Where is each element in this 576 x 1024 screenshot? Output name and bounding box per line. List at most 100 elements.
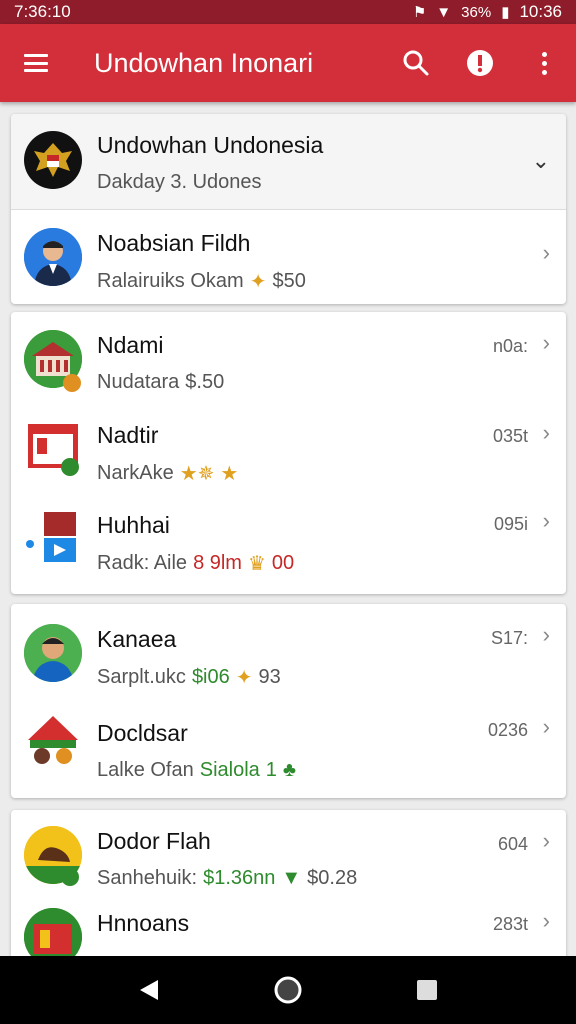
item-meta: 0236 bbox=[487, 720, 528, 740]
profile-amount: $50 bbox=[272, 270, 306, 292]
item-value-2: 93 bbox=[258, 666, 281, 688]
item-meta: 283t bbox=[492, 914, 528, 934]
market-icon bbox=[28, 716, 78, 764]
account-subtitle: Dakday 3. Udones bbox=[97, 171, 262, 193]
menu-button[interactable] bbox=[0, 24, 72, 102]
home-button[interactable] bbox=[258, 960, 318, 1020]
account-header[interactable]: Undowhan Undonesia Dakday 3. Udones ⌄ bbox=[11, 114, 566, 210]
badge-icon bbox=[63, 374, 81, 392]
item-subtitle: Sarplt.ukc $i06 ✦ 93 bbox=[97, 666, 281, 689]
battery-icon: ▮ bbox=[501, 4, 510, 21]
person-avatar-icon bbox=[24, 228, 82, 286]
item-meta: n0a: bbox=[492, 336, 528, 356]
transactions-card-1: Ndami Nudatara $.50 n0a: › Nadtir NarkAk… bbox=[11, 312, 566, 594]
account-header-text: Undowhan Undonesia Dakday 3. Udones bbox=[97, 132, 496, 194]
item-title: Hnnoans bbox=[97, 910, 190, 936]
item-title: Dodor Flah bbox=[97, 828, 211, 854]
battery-label: 36% bbox=[461, 3, 492, 21]
content-list: Undowhan Undonesia Dakday 3. Udones ⌄ No… bbox=[0, 102, 576, 956]
list-item-text: Ndami Nudatara $.50 bbox=[97, 332, 496, 394]
profile-text: Noabsian Fildh Ralairuiks Okam ✦ $50 bbox=[97, 230, 496, 294]
chevron-down-icon[interactable]: ⌄ bbox=[532, 148, 550, 174]
list-item[interactable]: Hnnoans 283t › bbox=[11, 902, 566, 956]
media-icon bbox=[26, 512, 76, 562]
item-title: Kanaea bbox=[97, 626, 177, 652]
chevron-right-icon[interactable]: › bbox=[543, 622, 550, 648]
item-meta: 604 bbox=[497, 834, 528, 854]
list-item-text: Hnnoans bbox=[97, 910, 496, 937]
star-icon: ★✵ bbox=[179, 463, 215, 485]
chevron-right-icon[interactable]: › bbox=[543, 330, 550, 356]
item-title: Docldsar bbox=[97, 720, 188, 746]
account-card: Undowhan Undonesia Dakday 3. Udones ⌄ No… bbox=[11, 114, 566, 304]
item-meta: S17: bbox=[490, 628, 528, 648]
item-subtitle: NarkAke ★✵ ★ bbox=[97, 462, 239, 485]
item-subtitle: Nudatara $.50 bbox=[97, 371, 225, 393]
verified-badge-icon bbox=[61, 458, 79, 476]
menu-icon bbox=[24, 54, 48, 72]
item-value: $.50 bbox=[185, 371, 225, 393]
list-item[interactable]: Nadtir NarkAke ★✵ ★ 035t › bbox=[11, 404, 566, 494]
chevron-right-icon[interactable]: › bbox=[543, 828, 550, 854]
tag-icon: ▼ bbox=[281, 867, 302, 889]
recents-button[interactable] bbox=[397, 960, 457, 1020]
chevron-right-icon[interactable]: › bbox=[543, 240, 550, 266]
coin-icon: ✦ bbox=[249, 271, 267, 293]
list-item[interactable]: Ndami Nudatara $.50 n0a: › bbox=[11, 312, 566, 404]
list-item-text: Docldsar Lalke Ofan Sialola 1 ♣ bbox=[97, 720, 496, 782]
crown-icon: ♛ bbox=[247, 553, 266, 575]
list-item-text: Nadtir NarkAke ★✵ ★ bbox=[97, 422, 496, 486]
list-item[interactable]: Huhhai Radk: Aile 8 9lm ♛ 00 095i › bbox=[11, 494, 566, 588]
emblem-avatar bbox=[24, 131, 82, 189]
item-subtitle: Sanhehuik: $1.36nn ▼ $0.28 bbox=[97, 867, 358, 889]
status-icons: ⚑ ▼ 36% ▮ 10:36 bbox=[413, 2, 562, 22]
market-avatar bbox=[24, 710, 82, 768]
list-item-text: Dodor Flah Sanhehuik: $1.36nn ▼ $0.28 bbox=[97, 828, 496, 890]
item-value: Sialola bbox=[199, 759, 260, 781]
system-nav-bar bbox=[0, 956, 576, 1024]
profile-row[interactable]: Noabsian Fildh Ralairuiks Okam ✦ $50 › bbox=[11, 210, 566, 304]
app-bar: Undowhan Inonari bbox=[0, 24, 576, 102]
star-icon: ★ bbox=[220, 463, 239, 485]
item-value-2: 1 bbox=[265, 759, 277, 781]
chevron-right-icon[interactable]: › bbox=[543, 420, 550, 446]
search-button[interactable] bbox=[384, 24, 448, 102]
item-value-2: 00 bbox=[271, 552, 295, 574]
list-item[interactable]: Kanaea Sarplt.ukc $i06 ✦ 93 S17: › bbox=[11, 604, 566, 700]
chevron-right-icon[interactable]: › bbox=[543, 908, 550, 934]
item-meta: 035t bbox=[492, 426, 528, 446]
shop-icon bbox=[24, 908, 82, 956]
recents-icon bbox=[416, 980, 437, 1000]
chevron-right-icon[interactable]: › bbox=[543, 508, 550, 534]
status-time-right: 10:36 bbox=[519, 2, 562, 21]
shop-avatar bbox=[24, 908, 82, 956]
profile-avatar bbox=[24, 228, 82, 286]
transactions-card-3: Dodor Flah Sanhehuik: $1.36nn ▼ $0.28 60… bbox=[11, 810, 566, 956]
item-value: $1.36nn bbox=[203, 867, 276, 889]
verified-badge-icon bbox=[61, 868, 79, 886]
list-item-text: Huhhai Radk: Aile 8 9lm ♛ 00 bbox=[97, 512, 496, 576]
search-icon bbox=[403, 50, 429, 76]
chevron-right-icon[interactable]: › bbox=[543, 714, 550, 740]
item-title: Huhhai bbox=[97, 512, 170, 538]
app-title: Undowhan Inonari bbox=[94, 47, 314, 78]
garuda-emblem-icon bbox=[34, 143, 72, 177]
alert-icon bbox=[467, 50, 493, 76]
profile-subtitle: Ralairuiks Okam ✦ $50 bbox=[97, 270, 306, 293]
list-item-text: Kanaea Sarplt.ukc $i06 ✦ 93 bbox=[97, 626, 496, 690]
list-item[interactable]: Dodor Flah Sanhehuik: $1.36nn ▼ $0.28 60… bbox=[11, 810, 566, 902]
status-bar: 7:36:10 ⚑ ▼ 36% ▮ 10:36 bbox=[0, 0, 576, 24]
alert-button[interactable] bbox=[448, 24, 512, 102]
item-value: 8 9lm bbox=[193, 552, 242, 574]
account-title: Undowhan Undonesia bbox=[97, 132, 324, 158]
item-title: Ndami bbox=[97, 332, 164, 358]
item-value-2: $0.28 bbox=[307, 867, 358, 889]
wifi-icon: ▼ bbox=[436, 3, 452, 21]
profile-title: Noabsian Fildh bbox=[97, 230, 251, 256]
more-options-button[interactable] bbox=[512, 24, 576, 102]
list-item[interactable]: Docldsar Lalke Ofan Sialola 1 ♣ 0236 › bbox=[11, 700, 566, 798]
plant-icon: ♣ bbox=[282, 759, 297, 781]
status-time-left: 7:36:10 bbox=[14, 2, 71, 21]
item-value: $i06 bbox=[191, 666, 230, 688]
back-button[interactable] bbox=[119, 960, 179, 1020]
